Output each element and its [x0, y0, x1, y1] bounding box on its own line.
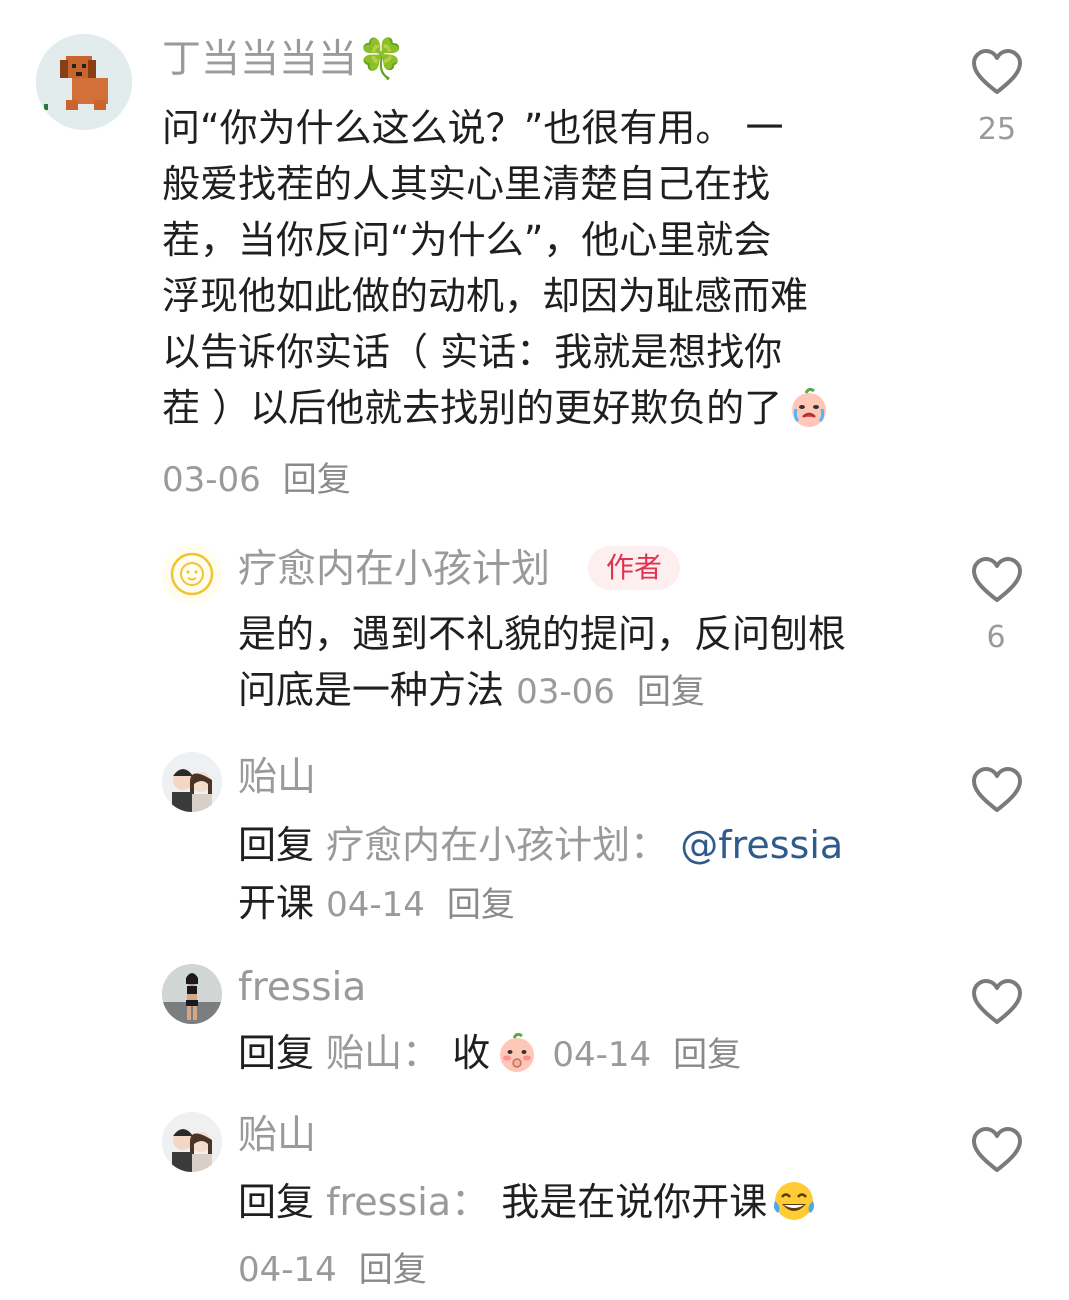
- comment-text-segment: 开课: [238, 881, 315, 925]
- like-button[interactable]: [970, 1126, 1024, 1174]
- comment-username[interactable]: fressia: [238, 964, 366, 1012]
- avatar[interactable]: [162, 964, 222, 1024]
- reply-button[interactable]: 回复: [283, 460, 351, 500]
- like-count: 6: [986, 620, 1006, 655]
- comment-date: 03-06: [162, 460, 261, 500]
- reply-button[interactable]: 回复: [673, 1035, 741, 1075]
- comment-username[interactable]: 贻山: [238, 754, 316, 802]
- comment-text-line: 茬 ）以后他就去找别的更好欺负的了: [162, 380, 832, 436]
- comment-text-line: 问底是一种方法 03-06 回复: [238, 662, 846, 720]
- comment-text-line: 04-14 回复: [238, 1238, 817, 1300]
- crying-peach-emoji: [786, 385, 832, 429]
- comment-text-line: 回复 贻山： 收 04-14 回复: [238, 1024, 741, 1084]
- shy-peach-emoji: [494, 1030, 540, 1074]
- woman-photo-avatar-icon: [162, 964, 222, 1024]
- comment-text-segment: 我是在说你开课: [501, 1180, 768, 1224]
- reply-item: 疗愈内在小孩计划 作者 是的，遇到不礼貌的提问，反问刨根 问底是一种方法 03-…: [0, 540, 1069, 720]
- dog-avatar-icon: [36, 34, 132, 130]
- comment-date: 04-14: [552, 1035, 652, 1075]
- comment-item: 丁当当当当🍀 问“你为什么这么说？”也很有用。 一 般爱找茬的人其实心里清楚自己…: [0, 0, 1069, 500]
- avatar[interactable]: [162, 1112, 222, 1172]
- reply-prefix: 回复: [238, 823, 315, 867]
- comment-text-segment: 茬 ）以后他就去找别的更好欺负的了: [162, 386, 783, 430]
- comment-text-line: 般爱找茬的人其实心里清楚自己在找: [162, 162, 771, 206]
- comment-text-line: 茬，当你反问“为什么”，他心里就会: [162, 218, 772, 262]
- heart-outline-icon: [972, 49, 1022, 94]
- like-count: 25: [977, 112, 1017, 147]
- comment-text-line: 是的，遇到不礼貌的提问，反问刨根: [238, 612, 847, 656]
- reply-item: fressia 回复 贻山： 收 04-14 回复: [0, 962, 1069, 1092]
- mention-link[interactable]: @fressia: [680, 823, 843, 867]
- reply-button[interactable]: 回复: [447, 885, 515, 925]
- comment-date: 04-14: [238, 1250, 337, 1290]
- comment-text: 回复 fressia： 我是在说你开课 04-14 回复: [238, 1172, 817, 1300]
- heart-outline-icon: [972, 1127, 1022, 1172]
- couple-avatar-icon: [162, 752, 222, 812]
- like-button[interactable]: [970, 978, 1024, 1026]
- comment-text-line: 回复 疗愈内在小孩计划： @fressia: [238, 816, 843, 874]
- avatar[interactable]: [162, 752, 222, 812]
- reply-target-username[interactable]: 疗愈内在小孩计划：: [326, 823, 668, 867]
- comment-text-line: 问“你为什么这么说？”也很有用。 一: [162, 106, 784, 150]
- comment-text-line: 回复 fressia： 我是在说你开课: [238, 1172, 817, 1232]
- reply-button[interactable]: 回复: [359, 1250, 427, 1290]
- comment-date: 03-06: [516, 672, 615, 712]
- comment-text-line: 开课 04-14 回复: [238, 874, 843, 934]
- comment-text: 回复 贻山： 收 04-14 回复: [238, 1024, 741, 1084]
- heart-outline-icon: [972, 557, 1022, 602]
- reply-item: 贻山 回复 疗愈内在小孩计划： @fressia 开课 04-14 回复: [0, 750, 1069, 940]
- avatar[interactable]: [162, 544, 222, 604]
- avatar[interactable]: [36, 34, 132, 130]
- like-button[interactable]: [970, 766, 1024, 814]
- comment-meta: 03-06 回复: [162, 452, 351, 501]
- child-drawing-avatar-icon: [162, 544, 222, 604]
- reply-item: 贻山 回复 fressia： 我是在说你开课 04-14 回复: [0, 1110, 1069, 1290]
- comment-text-line: 浮现他如此做的动机，却因为耻感而难: [162, 274, 809, 318]
- comment-username[interactable]: 丁当当当当🍀: [162, 36, 406, 84]
- reply-target-username[interactable]: 贻山：: [326, 1031, 440, 1075]
- reply-prefix: 回复: [238, 1031, 315, 1075]
- comment-text-segment: 问底是一种方法: [238, 668, 505, 712]
- comment-text: 回复 疗愈内在小孩计划： @fressia 开课 04-14 回复: [238, 816, 843, 934]
- reply-prefix: 回复: [238, 1180, 315, 1224]
- comment-date: 04-14: [326, 885, 425, 925]
- like-button[interactable]: [970, 48, 1024, 96]
- comment-username[interactable]: 贻山: [238, 1112, 316, 1160]
- comment-text: 是的，遇到不礼貌的提问，反问刨根 问底是一种方法 03-06 回复: [238, 606, 846, 720]
- tears-of-joy-emoji: [771, 1179, 817, 1223]
- heart-outline-icon: [972, 979, 1022, 1024]
- reply-target-username[interactable]: fressia：: [326, 1180, 489, 1224]
- author-badge: 作者: [588, 546, 681, 590]
- comment-text-segment: 收: [452, 1031, 491, 1075]
- couple-avatar-icon: [162, 1112, 222, 1172]
- like-button[interactable]: [970, 556, 1024, 604]
- comment-text-line: 以告诉你实话（ 实话：我就是想找你: [162, 330, 783, 374]
- reply-button[interactable]: 回复: [637, 672, 705, 712]
- heart-outline-icon: [972, 767, 1022, 812]
- comment-username[interactable]: 疗愈内在小孩计划: [238, 546, 550, 594]
- comment-text: 问“你为什么这么说？”也很有用。 一 般爱找茬的人其实心里清楚自己在找 茬，当你…: [162, 100, 832, 436]
